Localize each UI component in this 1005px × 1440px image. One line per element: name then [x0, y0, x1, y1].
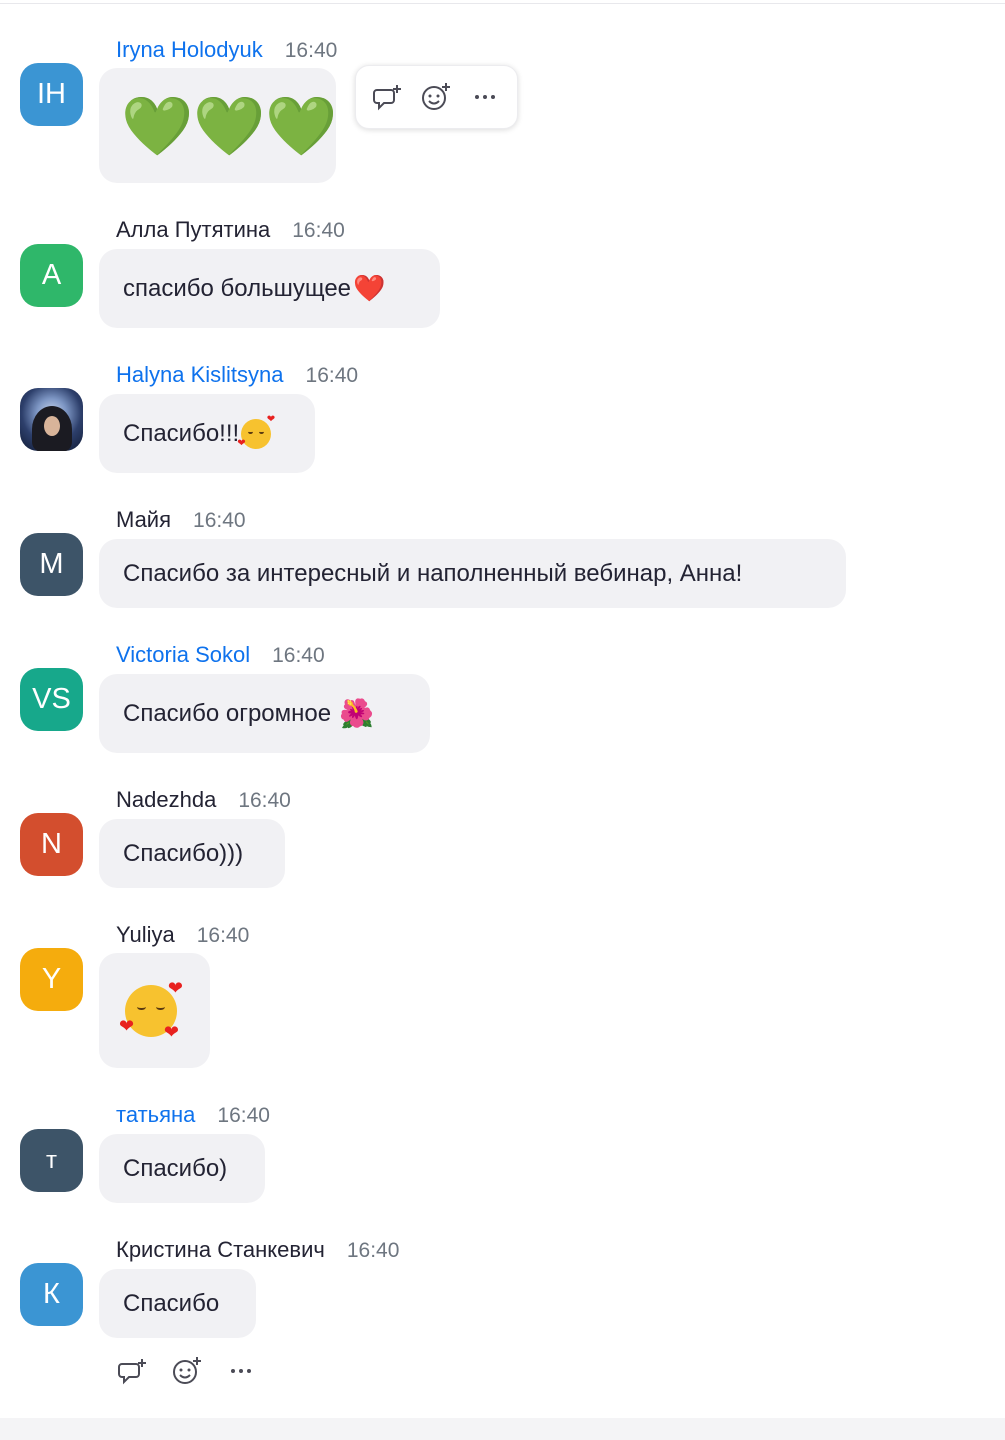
- red-heart-emoji: ❤️: [353, 273, 386, 304]
- message-time: 16:40: [193, 509, 246, 532]
- avatar[interactable]: N: [20, 813, 83, 876]
- message-text: Спасибо): [123, 1154, 228, 1182]
- message-header: Victoria Sokol 16:40: [116, 642, 325, 672]
- message-header: Майя 16:40: [116, 507, 246, 537]
- mini-heart: ❤: [167, 977, 183, 998]
- avatar[interactable]: т: [20, 1129, 83, 1192]
- message-text: Спасибо))): [123, 839, 244, 867]
- message-time: 16:40: [196, 924, 250, 947]
- message-hover-toolbar: [355, 65, 518, 129]
- message-bubble[interactable]: спасибо большущее ❤️: [99, 249, 440, 328]
- avatar-face: [44, 416, 60, 436]
- message-bubble[interactable]: Спасибо): [99, 1134, 265, 1203]
- avatar[interactable]: А: [20, 244, 83, 307]
- chat-input-area[interactable]: [0, 1418, 1005, 1440]
- message-header: Алла Путятина 16:40: [116, 217, 345, 247]
- message-header: Кристина Станкевич 16:40: [116, 1237, 399, 1267]
- message-header: татьяна 16:40: [116, 1102, 270, 1132]
- sender-name[interactable]: Victoria Sokol: [116, 642, 250, 668]
- message-time: 16:40: [272, 644, 325, 667]
- green-heart-emoji: 💚💚💚: [121, 91, 338, 160]
- message-bubble[interactable]: Спасибо огромное 🌺: [99, 674, 430, 753]
- message-header: Nadezhda 16:40: [116, 787, 291, 817]
- message-text: Спасибо: [123, 1289, 220, 1317]
- avatar[interactable]: IH: [20, 63, 83, 126]
- reply-thread-icon[interactable]: [370, 79, 406, 115]
- message-actions-row: [115, 1353, 259, 1389]
- add-reaction-icon[interactable]: [169, 1353, 205, 1389]
- message-text: Спасибо!!!: [123, 419, 240, 447]
- sender-name[interactable]: татьяна: [116, 1102, 195, 1128]
- message-bubble[interactable]: Спасибо за интересный и наполненный веби…: [99, 539, 846, 608]
- sender-name[interactable]: Nadezhda: [116, 787, 216, 813]
- smiling-face-with-hearts-emoji: ❤ ❤: [237, 414, 275, 449]
- message-text: Спасибо за интересный и наполненный веби…: [123, 559, 743, 587]
- avatar[interactable]: К: [20, 1263, 83, 1326]
- message-time: 16:40: [292, 219, 345, 242]
- sender-name[interactable]: Майя: [116, 507, 171, 533]
- mini-heart: ❤: [119, 1015, 135, 1036]
- chat-message-list[interactable]: IH Iryna Holodyuk 16:40 💚💚💚 А Алла Путят…: [0, 0, 1005, 1418]
- message-text: Спасибо огромное: [123, 699, 332, 727]
- message-bubble[interactable]: Спасибо))): [99, 819, 285, 888]
- mini-heart: ❤: [266, 413, 276, 425]
- sender-name[interactable]: Halyna Kislitsyna: [116, 362, 284, 388]
- more-options-icon[interactable]: [223, 1353, 259, 1389]
- message-bubble[interactable]: Спасибо!!! ❤ ❤: [99, 394, 315, 473]
- message-header: Yuliya 16:40: [116, 922, 249, 952]
- sender-name[interactable]: Кристина Станкевич: [116, 1237, 325, 1263]
- message-time: 16:40: [346, 1239, 400, 1262]
- message-time: 16:40: [217, 1104, 270, 1127]
- mini-heart: ❤: [237, 437, 246, 449]
- sender-name[interactable]: Алла Путятина: [116, 217, 270, 243]
- message-time: 16:40: [238, 789, 291, 812]
- sender-name[interactable]: Iryna Holodyuk: [116, 37, 263, 63]
- message-bubble[interactable]: Спасибо: [99, 1269, 256, 1338]
- add-reaction-icon[interactable]: [418, 79, 454, 115]
- message-bubble[interactable]: ❤ ❤ ❤: [99, 953, 210, 1068]
- message-header: Halyna Kislitsyna 16:40: [116, 362, 358, 392]
- reply-thread-icon[interactable]: [115, 1353, 151, 1389]
- mini-heart: ❤: [163, 1021, 179, 1042]
- message-bubble[interactable]: 💚💚💚: [99, 68, 338, 183]
- avatar-photo[interactable]: [20, 388, 83, 451]
- sender-name[interactable]: Yuliya: [116, 922, 175, 948]
- avatar[interactable]: Y: [20, 948, 83, 1011]
- message-header: Iryna Holodyuk 16:40: [116, 37, 337, 67]
- message-time: 16:40: [305, 364, 359, 387]
- message-time: 16:40: [284, 39, 338, 62]
- avatar[interactable]: VS: [20, 668, 83, 731]
- message-text: спасибо большущее: [123, 274, 352, 302]
- more-options-icon[interactable]: [467, 79, 503, 115]
- hibiscus-emoji: 🌺: [339, 697, 374, 730]
- avatar[interactable]: М: [20, 533, 83, 596]
- smiling-face-with-hearts-emoji: ❤ ❤ ❤: [119, 979, 183, 1041]
